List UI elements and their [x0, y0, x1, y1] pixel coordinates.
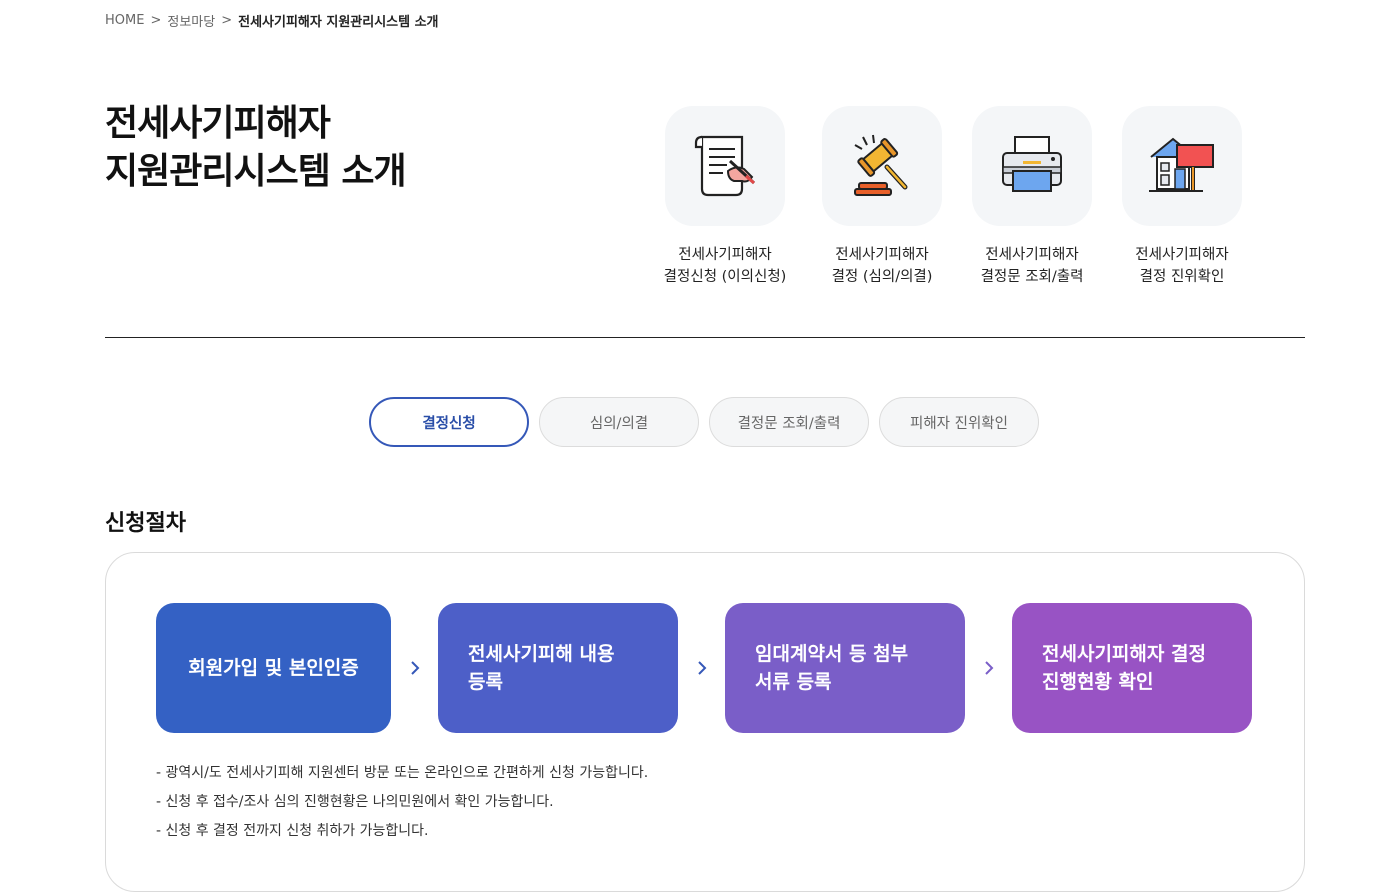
service-application[interactable]: 전세사기피해자 결정신청 (이의신청) — [640, 106, 810, 288]
step-damage-registration: 전세사기피해 내용 등록 — [438, 603, 678, 733]
breadcrumb-home-link[interactable]: HOME — [105, 13, 144, 28]
step-label-line1: 임대계약서 등 첨부 — [755, 643, 909, 665]
step-label-line2: 서류 등록 — [755, 671, 832, 693]
printer-icon — [1002, 136, 1062, 192]
tab-application[interactable]: 결정신청 — [369, 397, 529, 447]
step-label-line2: 진행현황 확인 — [1042, 671, 1154, 693]
gavel-icon — [854, 134, 908, 196]
chevron-right-icon — [965, 660, 1012, 676]
step-progress-check: 전세사기피해자 결정 진행현황 확인 — [1012, 603, 1252, 733]
service-verification[interactable]: 전세사기피해자 결정 진위확인 — [1097, 106, 1267, 288]
service-label-line2: 결정신청 (이의신청) — [663, 269, 787, 285]
note-item: - 신청 후 접수/조사 심의 진행현황은 나의민원에서 확인 가능합니다. — [156, 794, 554, 810]
service-label-line1: 전세사기피해자 — [835, 247, 929, 263]
service-icon-box — [1122, 106, 1242, 226]
tab-bar: 결정신청 심의/의결 결정문 조회/출력 피해자 진위확인 — [369, 397, 1039, 447]
house-sign-icon — [1149, 137, 1214, 192]
procedure-steps: 회원가입 및 본인인증 전세사기피해 내용 등록 임대계약서 등 첨부 서류 등… — [156, 603, 1252, 733]
page-title: 전세사기피해자 지원관리시스템 소개 — [105, 100, 407, 196]
service-label-line2: 결정 (심의/의결) — [831, 269, 933, 285]
service-label-line1: 전세사기피해자 — [985, 247, 1079, 263]
step-label-line1: 전세사기피해 내용 — [468, 643, 615, 665]
note-item: - 신청 후 결정 전까지 신청 취하가 가능합니다. — [156, 823, 429, 839]
breadcrumb: HOME > 정보마당 > 전세사기피해자 지원관리시스템 소개 — [105, 11, 439, 30]
service-icon-box — [665, 106, 785, 226]
service-label-line1: 전세사기피해자 — [678, 247, 772, 263]
procedure-panel: 회원가입 및 본인인증 전세사기피해 내용 등록 임대계약서 등 첨부 서류 등… — [105, 552, 1305, 892]
step-document-attachment: 임대계약서 등 첨부 서류 등록 — [725, 603, 965, 733]
service-label: 전세사기피해자 결정 (심의/의결) — [797, 244, 967, 288]
service-decision[interactable]: 전세사기피해자 결정 (심의/의결) — [797, 106, 967, 288]
chevron-right-icon — [391, 660, 438, 676]
service-document-print[interactable]: 전세사기피해자 결정문 조회/출력 — [947, 106, 1117, 288]
page-title-line2: 지원관리시스템 소개 — [105, 151, 407, 192]
step-label-line1: 회원가입 및 본인인증 — [188, 657, 359, 679]
step-signup-verification: 회원가입 및 본인인증 — [156, 603, 391, 733]
section-title: 신청절차 — [105, 511, 186, 536]
service-label-line2: 결정문 조회/출력 — [980, 269, 1084, 285]
chevron-right-icon — [678, 660, 725, 676]
document-sign-icon — [694, 135, 756, 197]
service-icon-box — [972, 106, 1092, 226]
service-label: 전세사기피해자 결정 진위확인 — [1097, 244, 1267, 288]
service-label: 전세사기피해자 결정신청 (이의신청) — [640, 244, 810, 288]
breadcrumb-info-link[interactable]: 정보마당 — [167, 11, 215, 30]
service-label-line1: 전세사기피해자 — [1135, 247, 1229, 263]
tab-verification[interactable]: 피해자 진위확인 — [879, 397, 1039, 447]
note-item: - 광역시/도 전세사기피해 지원센터 방문 또는 온라인으로 간편하게 신청 … — [156, 765, 649, 781]
tab-deliberation[interactable]: 심의/의결 — [539, 397, 699, 447]
breadcrumb-separator: > — [221, 13, 233, 28]
service-label: 전세사기피해자 결정문 조회/출력 — [947, 244, 1117, 288]
step-label-line2: 등록 — [468, 671, 503, 693]
breadcrumb-separator: > — [150, 13, 162, 28]
section-divider — [105, 337, 1305, 338]
procedure-notes: - 광역시/도 전세사기피해 지원센터 방문 또는 온라인으로 간편하게 신청 … — [156, 759, 648, 846]
service-shortcuts: 전세사기피해자 결정신청 (이의신청) 전세사기피해자 결정 (심의/의결) 전… — [640, 106, 1280, 306]
breadcrumb-current: 전세사기피해자 지원관리시스템 소개 — [238, 15, 439, 30]
step-label-line1: 전세사기피해자 결정 — [1042, 643, 1206, 665]
tab-document-print[interactable]: 결정문 조회/출력 — [709, 397, 869, 447]
service-label-line2: 결정 진위확인 — [1139, 269, 1225, 285]
service-icon-box — [822, 106, 942, 226]
page-title-line1: 전세사기피해자 — [105, 103, 331, 144]
